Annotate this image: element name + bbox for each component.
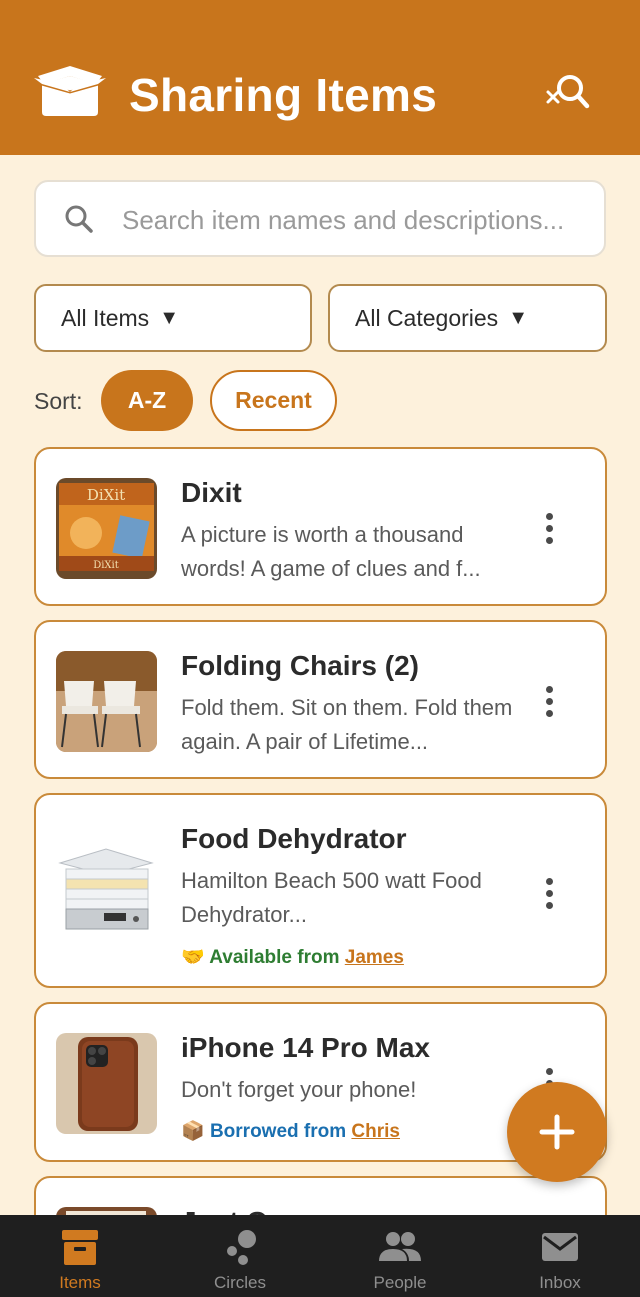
more-options-icon[interactable] <box>542 686 556 718</box>
nav-label: Inbox <box>539 1273 581 1292</box>
nav-items[interactable]: Items <box>0 1215 160 1297</box>
item-thumbnail <box>56 1033 157 1134</box>
nav-people[interactable]: People <box>320 1215 480 1297</box>
search-bar <box>34 180 606 257</box>
item-title: iPhone 14 Pro Max <box>181 1032 430 1063</box>
item-thumbnail <box>56 651 157 752</box>
item-card-food-dehydrator[interactable]: Food Dehydrator Hamilton Beach 500 watt … <box>34 793 607 988</box>
bottom-navigation: Items Circles People Inbox <box>0 1215 640 1297</box>
dropdown-arrow-icon: ▼ <box>508 306 528 329</box>
search-toggle-icon[interactable] <box>544 72 590 116</box>
open-box-icon <box>34 66 106 116</box>
add-item-button[interactable] <box>507 1082 607 1182</box>
search-input[interactable] <box>122 200 592 240</box>
item-description: Don't forget your phone! <box>181 1077 417 1102</box>
sort-label: Sort: <box>34 388 83 414</box>
status-text: Borrowed from <box>209 1121 347 1142</box>
item-thumbnail: DiXit DiXit <box>56 478 157 579</box>
nav-label: Items <box>59 1273 101 1292</box>
category-filter-dropdown[interactable]: All Categories ▼ <box>328 284 607 352</box>
item-card-folding-chairs[interactable]: Folding Chairs (2) Fold them. Sit on the… <box>34 620 607 779</box>
app-header: Sharing Items <box>0 0 640 155</box>
item-description: A picture is worth a thousand words! A g… <box>181 522 481 581</box>
nav-inbox[interactable]: Inbox <box>480 1215 640 1297</box>
availability-status: 🤝 Available from James <box>181 945 404 969</box>
dropdown-arrow-icon: ▼ <box>159 306 179 329</box>
item-filter-dropdown[interactable]: All Items ▼ <box>34 284 312 352</box>
handshake-icon: 🤝 <box>181 947 205 968</box>
app-title: Sharing Items <box>129 69 438 121</box>
box-icon <box>62 1230 98 1265</box>
more-options-icon[interactable] <box>542 513 556 545</box>
sort-recent-button[interactable]: Recent <box>210 370 337 431</box>
borrowed-status: 📦 Borrowed from Chris <box>181 1119 400 1143</box>
item-filter-label: All Items <box>61 304 150 331</box>
nav-label: People <box>373 1273 427 1292</box>
package-icon: 📦 <box>181 1121 205 1142</box>
svg-text:DiXit: DiXit <box>87 486 125 504</box>
mail-icon <box>542 1233 578 1261</box>
item-title: Folding Chairs (2) <box>181 650 419 681</box>
item-description: Hamilton Beach 500 watt Food Dehydrator.… <box>181 868 482 927</box>
item-title: Food Dehydrator <box>181 823 407 854</box>
search-icon <box>65 205 93 233</box>
plus-icon <box>539 1114 575 1150</box>
more-options-icon[interactable] <box>542 878 556 910</box>
item-thumbnail <box>56 841 157 942</box>
item-title: Dixit <box>181 477 242 508</box>
owner-link-chris[interactable]: Chris <box>351 1121 400 1142</box>
owner-link-james[interactable]: James <box>345 947 404 968</box>
status-text: Available from <box>209 947 340 968</box>
category-filter-label: All Categories <box>355 304 499 331</box>
circles-icon <box>227 1230 256 1265</box>
item-description: Fold them. Sit on them. Fold them again.… <box>181 695 513 754</box>
people-icon <box>379 1232 421 1261</box>
sort-az-button[interactable]: A-Z <box>101 370 193 431</box>
svg-text:DiXit: DiXit <box>93 560 119 571</box>
nav-circles[interactable]: Circles <box>160 1215 320 1297</box>
item-card-dixit[interactable]: DiXit DiXit Dixit A picture is worth a t… <box>34 447 607 606</box>
nav-label: Circles <box>214 1273 266 1292</box>
